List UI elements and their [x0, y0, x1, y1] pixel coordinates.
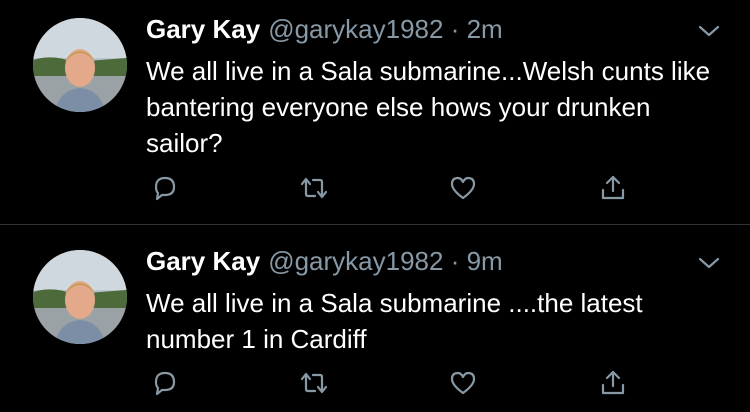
tweet-text: We all live in a Sala submarine ....the …: [146, 288, 643, 354]
share-icon[interactable]: [596, 367, 630, 399]
tweet-actions: [0, 172, 750, 202]
avatar[interactable]: [33, 250, 127, 344]
author-name[interactable]: Gary Kay: [146, 246, 260, 276]
reply-icon[interactable]: [148, 367, 182, 399]
retweet-icon[interactable]: [297, 367, 331, 399]
reply-icon[interactable]: [148, 172, 182, 204]
separator: ·: [443, 14, 467, 44]
tweet-header: Gary Kay @garykay1982 · 2m: [146, 14, 503, 45]
share-icon[interactable]: [596, 172, 630, 204]
author-handle[interactable]: @garykay1982: [268, 14, 443, 44]
timestamp[interactable]: 9m: [467, 246, 503, 276]
avatar[interactable]: [33, 18, 127, 112]
author-name[interactable]: Gary Kay: [146, 14, 260, 44]
tweet-text: We all live in a Sala submarine...Welsh …: [146, 56, 711, 158]
chevron-down-icon[interactable]: [698, 24, 720, 43]
separator: ·: [443, 246, 467, 276]
tweet[interactable]: Gary Kay @garykay1982 · 9m We all live in…: [0, 225, 750, 412]
tweet-actions: [0, 367, 750, 397]
retweet-icon[interactable]: [297, 172, 331, 204]
heart-icon[interactable]: [446, 172, 480, 204]
tweet-header: Gary Kay @garykay1982 · 9m: [146, 246, 503, 277]
chevron-down-icon[interactable]: [698, 256, 720, 275]
tweet[interactable]: Gary Kay @garykay1982 · 2m We all live in…: [0, 0, 750, 224]
author-handle[interactable]: @garykay1982: [268, 246, 443, 276]
timestamp[interactable]: 2m: [467, 14, 503, 44]
heart-icon[interactable]: [446, 367, 480, 399]
